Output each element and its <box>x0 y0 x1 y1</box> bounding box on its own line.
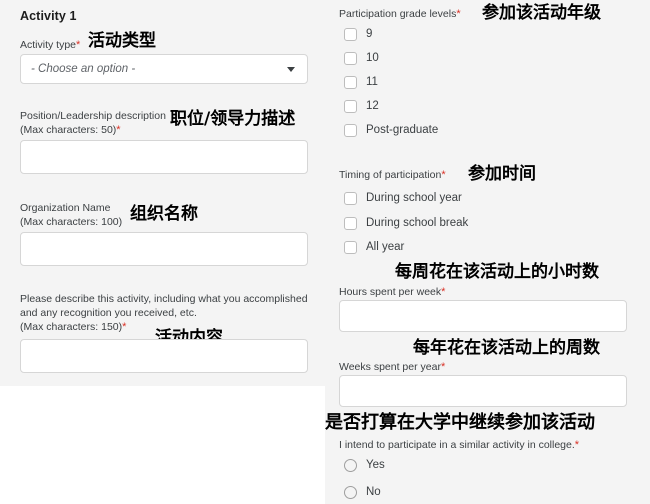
grade-levels-label-text: Participation grade levels <box>339 8 457 20</box>
activity-type-placeholder: - Choose an option - <box>31 63 136 75</box>
radio-label: Yes <box>366 459 385 471</box>
required-asterisk: * <box>440 361 446 373</box>
chevron-down-icon <box>287 66 295 72</box>
checkbox-grade-10[interactable]: 10 <box>344 49 379 67</box>
checkbox-label: 12 <box>366 100 379 112</box>
required-asterisk: * <box>574 439 580 451</box>
position-description-label: Position/Leadership description (Max cha… <box>20 109 166 137</box>
checkbox-label: 11 <box>366 76 378 88</box>
checkbox-label: All year <box>366 241 405 253</box>
checkbox-icon[interactable] <box>344 99 357 113</box>
checkbox-icon[interactable] <box>344 191 357 205</box>
checkbox-label: During school year <box>366 192 462 204</box>
checkbox-grade-11[interactable]: 11 <box>344 73 378 91</box>
activity-left-panel: Activity 1 Activity type* 活动类型 - Choose … <box>0 0 325 386</box>
form-page: Activity 1 Activity type* 活动类型 - Choose … <box>0 0 650 504</box>
college-intent-label-text: I intend to participate in a similar act… <box>339 439 575 451</box>
weeks-per-year-input[interactable] <box>339 375 627 407</box>
radio-college-intent-no[interactable]: No <box>344 483 381 501</box>
college-intent-label: I intend to participate in a similar act… <box>339 438 579 452</box>
timing-annotation-cn: 参加时间 <box>468 164 536 184</box>
activity-type-annotation-cn: 活动类型 <box>88 31 156 51</box>
organization-name-annotation-cn: 组织名称 <box>130 204 198 224</box>
page-title: Activity 1 <box>20 9 77 23</box>
activity-description-input[interactable] <box>20 339 308 373</box>
checkbox-icon[interactable] <box>344 51 357 65</box>
activity-right-panel: Participation grade levels* 参加该活动年级 9 10… <box>325 0 650 504</box>
hours-per-week-label-text: Hours spent per week <box>339 286 442 298</box>
checkbox-during-school-year[interactable]: During school year <box>344 189 462 207</box>
timing-label: Timing of participation* <box>339 168 446 182</box>
activity-description-label-text: Please describe this activity, including… <box>20 293 308 333</box>
weeks-per-year-label-text: Weeks spent per year <box>339 361 441 373</box>
organization-name-input[interactable] <box>20 232 308 266</box>
organization-name-label: Organization Name (Max characters: 100) <box>20 202 123 228</box>
hours-per-week-input[interactable] <box>339 300 627 332</box>
checkbox-label: 10 <box>366 52 379 64</box>
checkbox-icon[interactable] <box>344 27 357 41</box>
required-asterisk: * <box>441 169 446 181</box>
required-asterisk: * <box>456 8 461 20</box>
checkbox-icon[interactable] <box>344 216 357 230</box>
activity-type-label: Activity type* <box>20 38 80 52</box>
required-asterisk: * <box>116 124 121 136</box>
checkbox-grade-12[interactable]: 12 <box>344 97 379 115</box>
weeks-per-year-label: Weeks spent per year* <box>339 360 445 374</box>
checkbox-icon[interactable] <box>344 240 357 254</box>
required-asterisk: * <box>76 39 81 51</box>
required-asterisk: * <box>122 321 127 333</box>
grade-levels-annotation-cn: 参加该活动年级 <box>482 3 601 23</box>
position-description-input[interactable] <box>20 140 308 174</box>
radio-college-intent-yes[interactable]: Yes <box>344 456 385 474</box>
grade-levels-label: Participation grade levels* <box>339 7 461 21</box>
checkbox-grade-post-graduate[interactable]: Post-graduate <box>344 121 438 139</box>
radio-label: No <box>366 486 381 498</box>
hours-per-week-annotation-cn: 每周花在该活动上的小时数 <box>395 262 599 282</box>
checkbox-during-school-break[interactable]: During school break <box>344 214 468 232</box>
weeks-per-year-annotation-cn: 每年花在该活动上的周数 <box>413 338 600 358</box>
checkbox-icon[interactable] <box>344 75 357 89</box>
checkbox-label: During school break <box>366 217 469 229</box>
checkbox-icon[interactable] <box>344 123 357 137</box>
checkbox-label: Post-graduate <box>366 124 439 136</box>
radio-icon[interactable] <box>344 485 357 499</box>
hours-per-week-label: Hours spent per week* <box>339 285 445 299</box>
checkbox-grade-9[interactable]: 9 <box>344 25 372 43</box>
checkbox-all-year[interactable]: All year <box>344 238 404 256</box>
activity-type-label-text: Activity type <box>20 39 77 51</box>
position-description-label-text: Position/Leadership description (Max cha… <box>20 110 166 136</box>
timing-label-text: Timing of participation <box>339 169 442 181</box>
checkbox-label: 9 <box>366 28 373 40</box>
position-description-annotation-cn: 职位/领导力描述 <box>170 109 296 129</box>
required-asterisk: * <box>441 286 446 298</box>
activity-type-select[interactable]: - Choose an option - <box>20 54 308 84</box>
radio-icon[interactable] <box>344 458 357 472</box>
college-intent-annotation-cn: 是否打算在大学中继续参加该活动 <box>325 412 595 433</box>
